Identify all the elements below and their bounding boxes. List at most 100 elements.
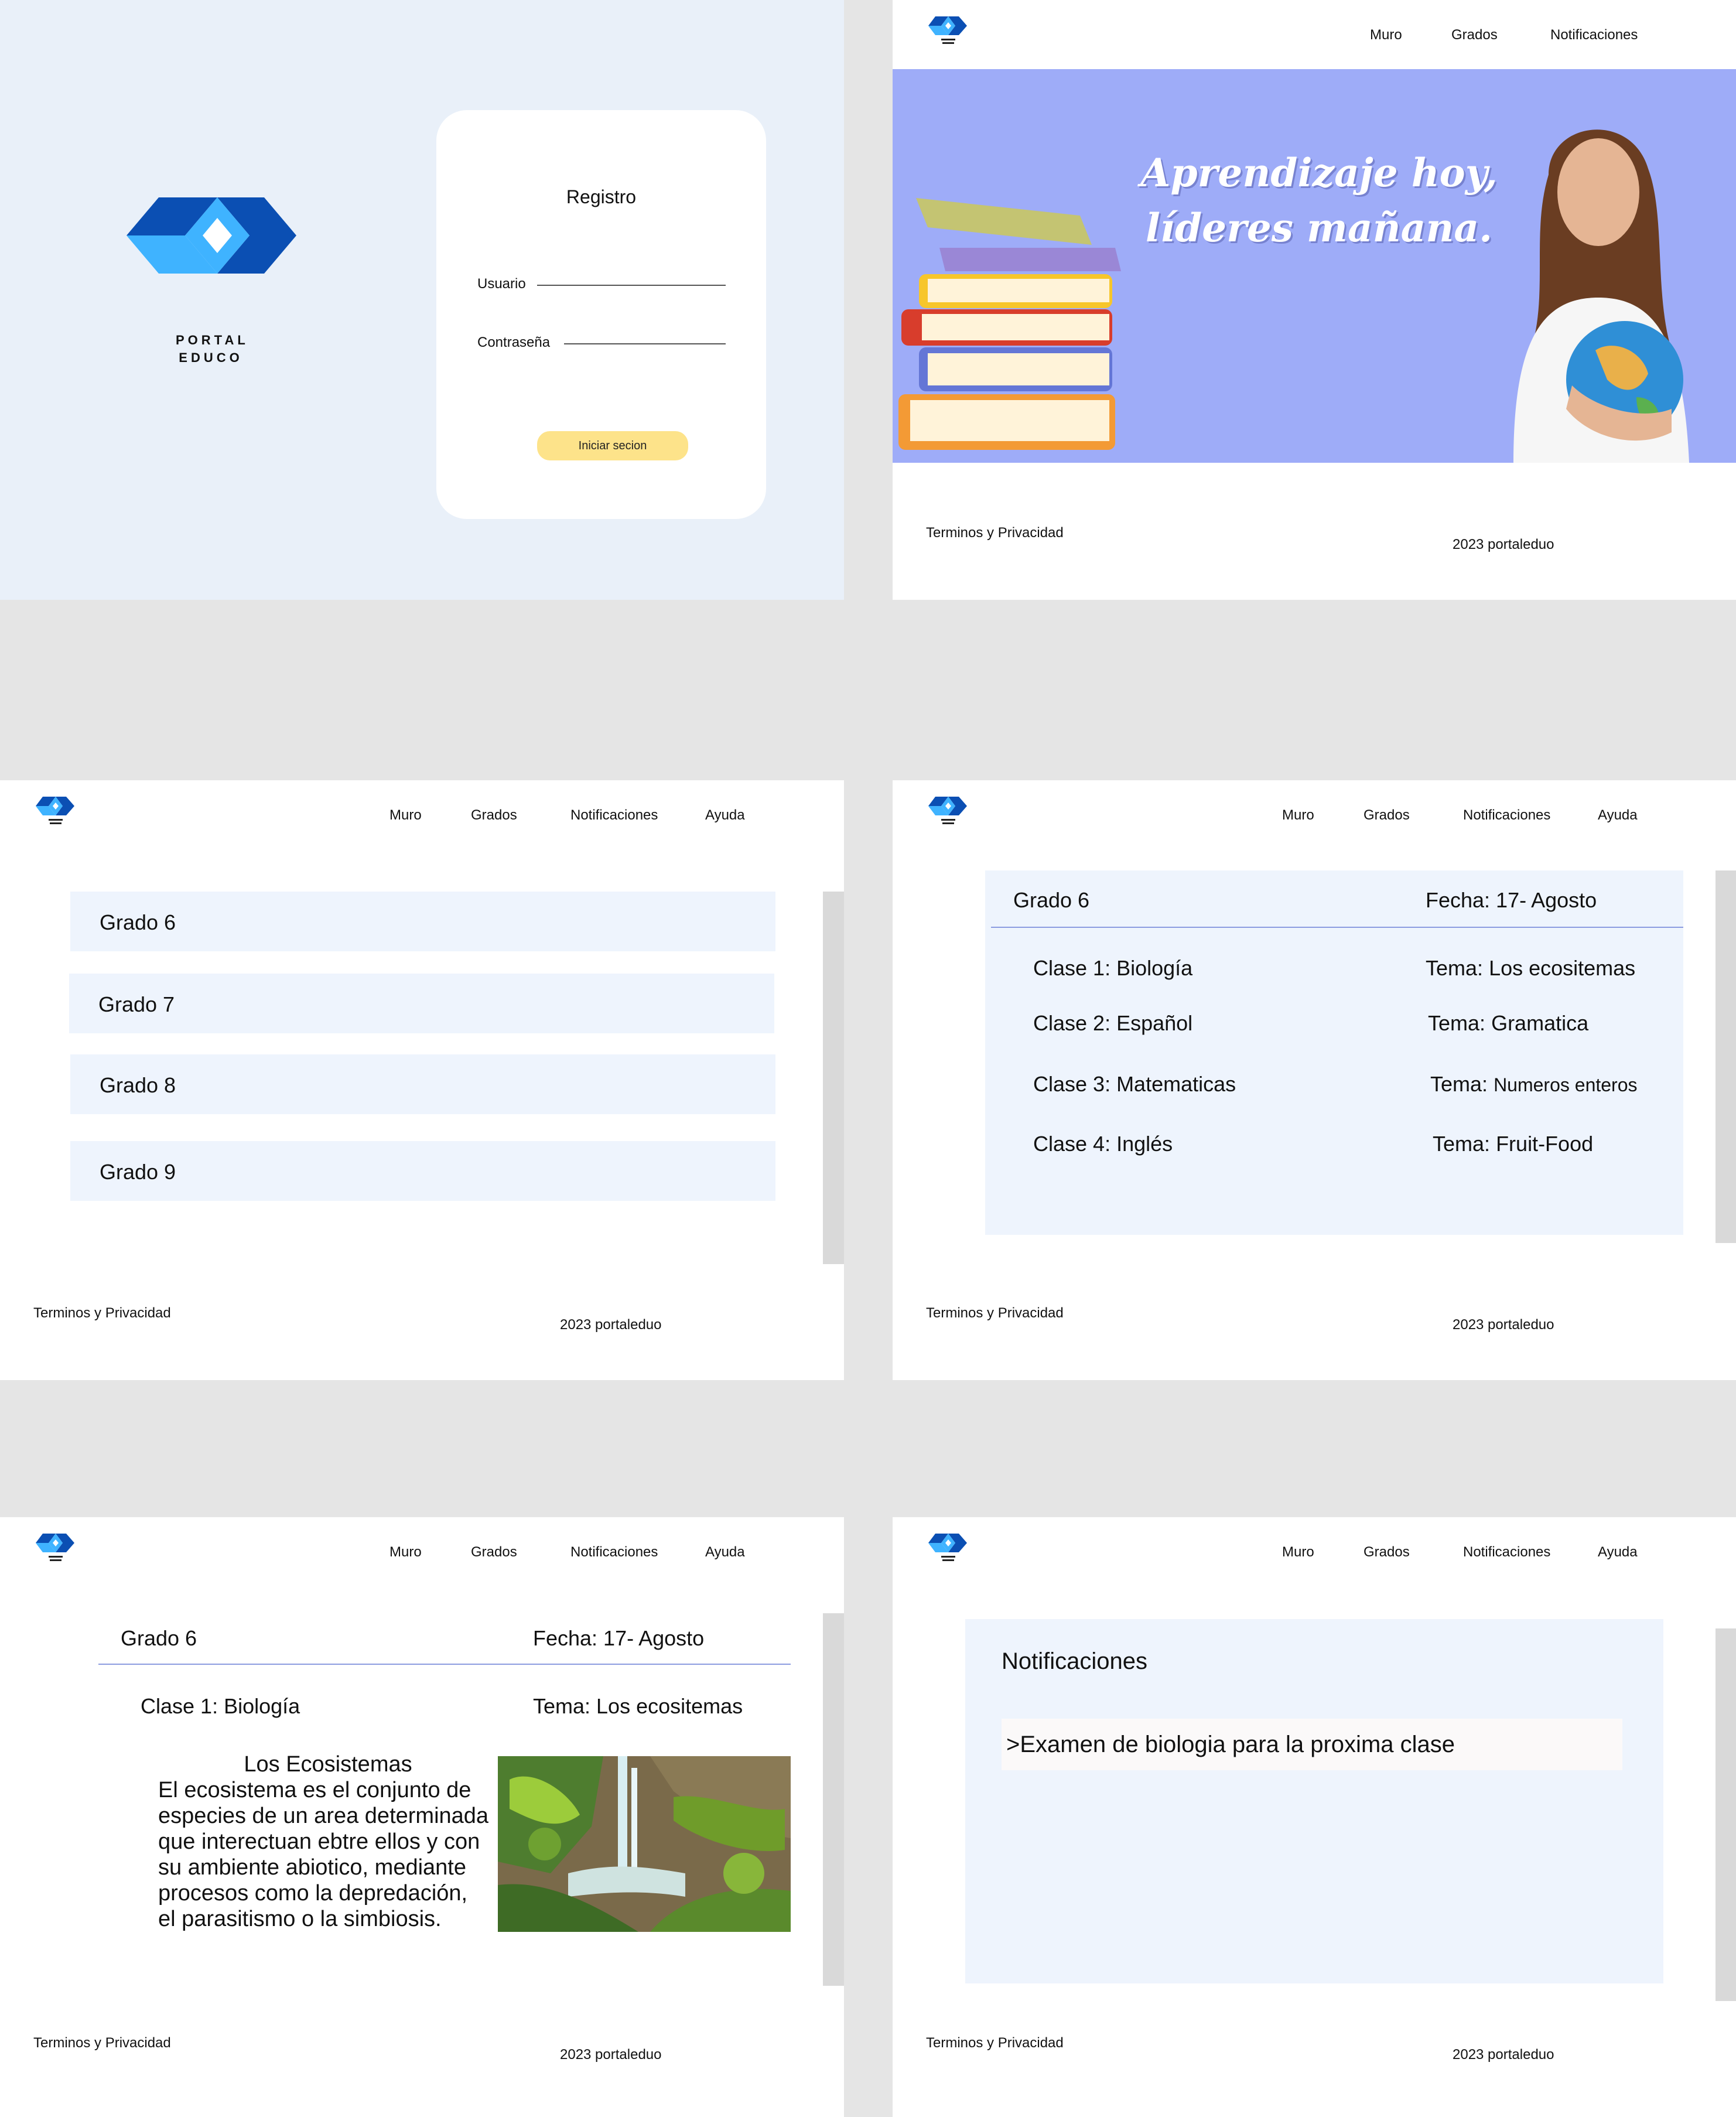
waterfall-ecosystem-image: [498, 1756, 791, 1932]
student-with-globe-image: [1513, 129, 1689, 463]
nav-ayuda[interactable]: Ayuda: [705, 1544, 745, 1561]
grade-item-8[interactable]: Grado 8: [70, 1054, 775, 1114]
topic-value: Gramatica: [1491, 1011, 1589, 1035]
portal-educo-logo-icon: [36, 1534, 74, 1561]
brand-name-line1: PORTAL: [176, 333, 249, 347]
grade-item-7[interactable]: Grado 7: [69, 974, 774, 1033]
password-label: Contraseña: [477, 334, 551, 350]
divider: [98, 1664, 791, 1665]
terms-link[interactable]: Terminos y Privacidad: [926, 2035, 1064, 2051]
banner-line2: líderes mañana.: [1145, 205, 1493, 251]
grade-label: Grado 7: [98, 992, 175, 1016]
notifications-screen: Muro Grados Notificaciones Ayuda Notific…: [893, 1517, 1736, 2117]
class-topic: Tema: Numeros enteros: [1430, 1072, 1638, 1097]
class-topic: Tema: Gramatica: [1428, 1011, 1588, 1036]
nav-grados[interactable]: Grados: [471, 807, 517, 824]
nav-grados[interactable]: Grados: [1363, 1544, 1410, 1561]
scrollbar[interactable]: [1716, 870, 1736, 1243]
login-button[interactable]: Iniciar secion: [537, 431, 688, 460]
scrollbar[interactable]: [1716, 1628, 1736, 2001]
nav-muro[interactable]: Muro: [389, 807, 422, 824]
nav-notificaciones[interactable]: Notificaciones: [1463, 1544, 1550, 1561]
lesson-line: el parasitismo o la simbiosis.: [158, 1907, 442, 1931]
grades-screen: Muro Grados Notificaciones Ayuda Grado 6…: [0, 780, 844, 1380]
hero-banner: Aprendizaje hoy, líderes mañana.: [893, 69, 1736, 463]
notification-item[interactable]: >Examen de biologia para la proxima clas…: [1002, 1719, 1622, 1770]
grade-item-6[interactable]: Grado 6: [70, 892, 775, 951]
class-item[interactable]: Clase 1: Biología: [1033, 956, 1192, 981]
home-screen: Muro Grados Notificaciones Aprendizaje h…: [893, 0, 1736, 600]
grade-item-9[interactable]: Grado 9: [70, 1141, 775, 1201]
banner-line1: Aprendizaje hoy,: [1140, 150, 1498, 196]
lesson-body: Los Ecosistemas El ecosistema es el conj…: [158, 1751, 498, 1932]
portal-educo-logo-icon: [127, 197, 296, 274]
login-card: Registro Usuario Contraseña Iniciar seci…: [436, 110, 766, 519]
nav-grados[interactable]: Grados: [1451, 27, 1498, 43]
copyright-text: 2023 portaleduo: [1453, 2047, 1554, 2063]
nav-notificaciones[interactable]: Notificaciones: [570, 1544, 658, 1561]
copyright-text: 2023 portaleduo: [560, 2047, 662, 2063]
nav-muro[interactable]: Muro: [1282, 1544, 1314, 1561]
topic-value: Numeros enteros: [1494, 1074, 1638, 1095]
lesson-topic: Tema: Los ecositemas: [533, 1694, 743, 1718]
lesson-line: El ecosistema es el conjunto de: [158, 1778, 471, 1802]
terms-link[interactable]: Terminos y Privacidad: [926, 1305, 1064, 1322]
banner-title: Aprendizaje hoy, líderes mañana.: [1114, 145, 1524, 255]
topic-value: Los ecositemas: [1489, 956, 1636, 980]
grade-label: Grado 6: [100, 910, 176, 934]
grade-title: Grado 6: [1013, 888, 1090, 912]
portal-educo-logo-icon: [928, 797, 967, 824]
login-title: Registro: [566, 186, 637, 207]
lesson-class: Clase 1: Biología: [141, 1694, 300, 1718]
nav-ayuda[interactable]: Ayuda: [705, 807, 745, 824]
nav-notificaciones[interactable]: Notificaciones: [1463, 807, 1550, 824]
grade-title: Grado 6: [121, 1626, 197, 1650]
nav-notificaciones[interactable]: Notificaciones: [1550, 27, 1638, 43]
grade-detail-screen: Muro Grados Notificaciones Ayuda Grado 6…: [893, 780, 1736, 1380]
nav-grados[interactable]: Grados: [471, 1544, 517, 1561]
nav-grados[interactable]: Grados: [1363, 807, 1410, 824]
notifications-title: Notificaciones: [1002, 1648, 1148, 1674]
portal-educo-logo-icon: [928, 16, 967, 44]
divider: [991, 927, 1683, 928]
lesson-line: especies de un area determinada: [158, 1804, 489, 1828]
terms-link[interactable]: Terminos y Privacidad: [33, 1305, 171, 1322]
scrollbar[interactable]: [823, 1613, 844, 1986]
notifications-card: Notificaciones >Examen de biologia para …: [965, 1619, 1663, 1983]
lesson-line: procesos como la depredación,: [158, 1881, 468, 1906]
terms-link[interactable]: Terminos y Privacidad: [33, 2035, 171, 2051]
schedule-date: Fecha: 17- Agosto: [1426, 888, 1597, 912]
topic-prefix: Tema:: [1433, 1132, 1491, 1156]
portal-educo-logo-icon: [36, 797, 74, 824]
nav-ayuda[interactable]: Ayuda: [1598, 1544, 1638, 1561]
username-label: Usuario: [477, 276, 526, 292]
grade-label: Grado 9: [100, 1160, 176, 1184]
lesson-line: su ambiente abiotico, mediante: [158, 1855, 466, 1880]
nav-notificaciones[interactable]: Notificaciones: [570, 807, 658, 824]
portal-educo-logo-icon: [928, 1534, 967, 1561]
lesson-date: Fecha: 17- Agosto: [533, 1626, 705, 1650]
copyright-text: 2023 portaleduo: [1453, 1317, 1554, 1333]
lesson-title: Los Ecosistemas: [244, 1752, 412, 1777]
topic-prefix: Tema:: [1430, 1072, 1488, 1096]
nav-muro[interactable]: Muro: [1370, 27, 1402, 43]
brand-name-line2: EDUCO: [179, 350, 243, 365]
username-field[interactable]: [537, 285, 726, 286]
nav-muro[interactable]: Muro: [389, 1544, 422, 1561]
password-field[interactable]: [564, 343, 726, 344]
nav-ayuda[interactable]: Ayuda: [1598, 807, 1638, 824]
grade-label: Grado 8: [100, 1073, 176, 1097]
nav-muro[interactable]: Muro: [1282, 807, 1314, 824]
class-item[interactable]: Clase 3: Matematicas: [1033, 1072, 1236, 1097]
class-schedule-card: Grado 6 Fecha: 17- Agosto Clase 1: Biolo…: [985, 870, 1683, 1235]
terms-link[interactable]: Terminos y Privacidad: [926, 525, 1064, 541]
scrollbar[interactable]: [823, 892, 844, 1264]
class-topic: Tema: Los ecositemas: [1426, 956, 1635, 981]
class-topic: Tema: Fruit-Food: [1433, 1132, 1593, 1156]
class-item[interactable]: Clase 2: Español: [1033, 1011, 1192, 1036]
topic-prefix: Tema:: [1428, 1011, 1486, 1035]
class-item[interactable]: Clase 4: Inglés: [1033, 1132, 1173, 1156]
book-stack-image: [898, 198, 1121, 450]
lesson-screen: Muro Grados Notificaciones Ayuda Grado 6…: [0, 1517, 844, 2117]
copyright-text: 2023 portaleduo: [560, 1317, 662, 1333]
